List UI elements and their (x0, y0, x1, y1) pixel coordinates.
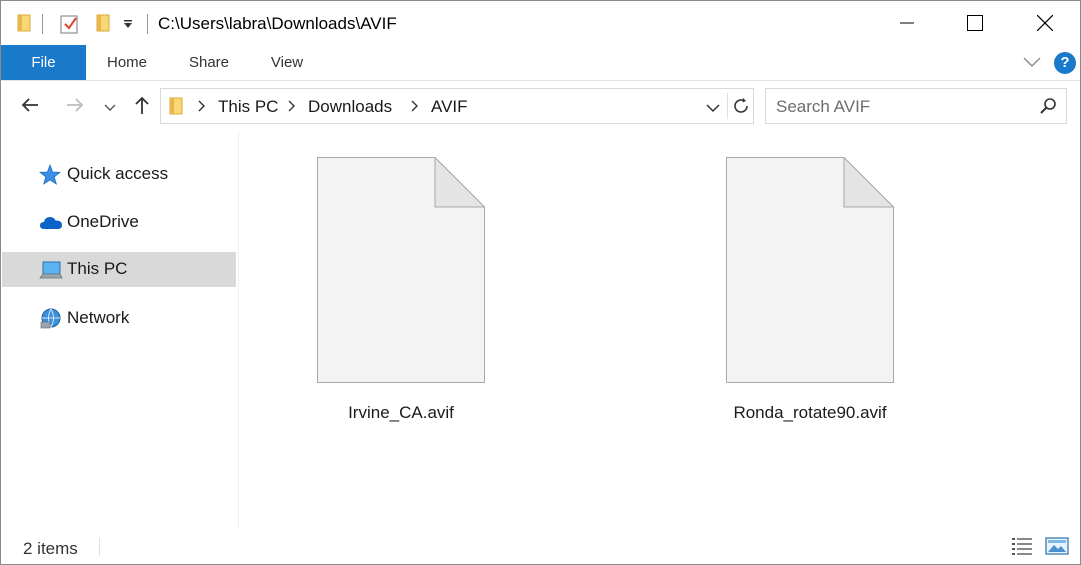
file-item[interactable]: Ronda_rotate90.avif (700, 156, 920, 432)
folder-icon (168, 96, 184, 121)
address-bar[interactable]: This PC Downloads AVIF (160, 88, 754, 124)
tab-share[interactable]: Share (175, 45, 243, 80)
toolbar-separator (147, 14, 148, 34)
tab-home[interactable]: Home (93, 45, 161, 80)
file-list-view: Irvine_CA.avif Ronda_rotate90.avif (240, 131, 1080, 529)
maximize-button[interactable] (940, 1, 1010, 45)
toolbar-separator (42, 14, 43, 34)
sidebar-item-onedrive[interactable]: OneDrive (2, 205, 236, 240)
expand-ribbon-icon[interactable] (1023, 55, 1041, 73)
close-icon (1037, 15, 1053, 31)
tab-view[interactable]: View (253, 45, 321, 80)
sidebar-item-label: Quick access (67, 164, 169, 183)
computer-icon (39, 259, 63, 281)
star-icon (38, 163, 62, 186)
search-icon[interactable] (1039, 97, 1057, 120)
ribbon-tabs: File Home Share View ? (1, 45, 1080, 81)
search-placeholder: Search AVIF (776, 97, 871, 116)
cloud-icon (39, 212, 62, 234)
minimize-button[interactable] (872, 1, 942, 45)
properties-icon[interactable] (59, 13, 81, 40)
breadcrumb-avif[interactable]: AVIF (431, 97, 468, 117)
refresh-icon[interactable] (732, 97, 750, 120)
navigation-bar: This PC Downloads AVIF Search AVIF (1, 81, 1080, 131)
customize-toolbar-dropdown-icon[interactable] (122, 17, 134, 35)
file-explorer-window: C:\Users\labra\Downloads\AVIF File Home … (0, 0, 1081, 565)
file-name: Ronda_rotate90.avif (733, 403, 887, 422)
folder-icon (15, 13, 33, 38)
file-item[interactable]: Irvine_CA.avif (291, 156, 511, 432)
address-history-chevron-icon[interactable] (706, 100, 720, 118)
sidebar-item-network[interactable]: Network (2, 301, 236, 336)
status-bar: 2 items (1, 529, 1080, 564)
window-title: C:\Users\labra\Downloads\AVIF (158, 14, 397, 33)
breadcrumb-this-pc[interactable]: This PC (218, 97, 278, 117)
title-bar: C:\Users\labra\Downloads\AVIF (1, 1, 1080, 45)
generic-file-icon (726, 156, 895, 388)
close-button[interactable] (1010, 1, 1080, 45)
recent-locations-chevron-icon[interactable] (104, 100, 116, 118)
address-separator (727, 93, 728, 119)
status-separator (99, 538, 100, 556)
breadcrumb-chevron-icon[interactable] (197, 99, 207, 118)
file-name: Irvine_CA.avif (348, 403, 454, 422)
sidebar-item-label: OneDrive (67, 212, 139, 231)
breadcrumb-downloads[interactable]: Downloads (308, 97, 392, 117)
forward-arrow-icon[interactable] (65, 95, 85, 120)
navigation-pane: Quick access OneDrive This PC Network (1, 131, 239, 529)
breadcrumb-chevron-icon[interactable] (410, 99, 420, 118)
sidebar-item-quick-access[interactable]: Quick access (2, 157, 236, 192)
sidebar-item-this-pc[interactable]: This PC (2, 252, 236, 287)
back-arrow-icon[interactable] (20, 95, 40, 120)
minimize-icon (900, 22, 914, 24)
tab-file[interactable]: File (1, 45, 86, 80)
search-input[interactable]: Search AVIF (765, 88, 1067, 124)
up-arrow-icon[interactable] (132, 95, 152, 120)
item-count: 2 items (23, 539, 78, 558)
help-button[interactable]: ? (1054, 52, 1076, 74)
network-icon (39, 308, 61, 330)
maximize-icon (967, 15, 983, 31)
new-folder-icon[interactable] (94, 13, 112, 38)
breadcrumb-chevron-icon[interactable] (287, 99, 297, 118)
generic-file-icon (317, 156, 486, 388)
sidebar-item-label: This PC (67, 259, 128, 278)
details-view-icon[interactable] (1011, 536, 1033, 561)
large-icons-view-icon[interactable] (1045, 536, 1069, 561)
sidebar-item-label: Network (67, 308, 130, 327)
